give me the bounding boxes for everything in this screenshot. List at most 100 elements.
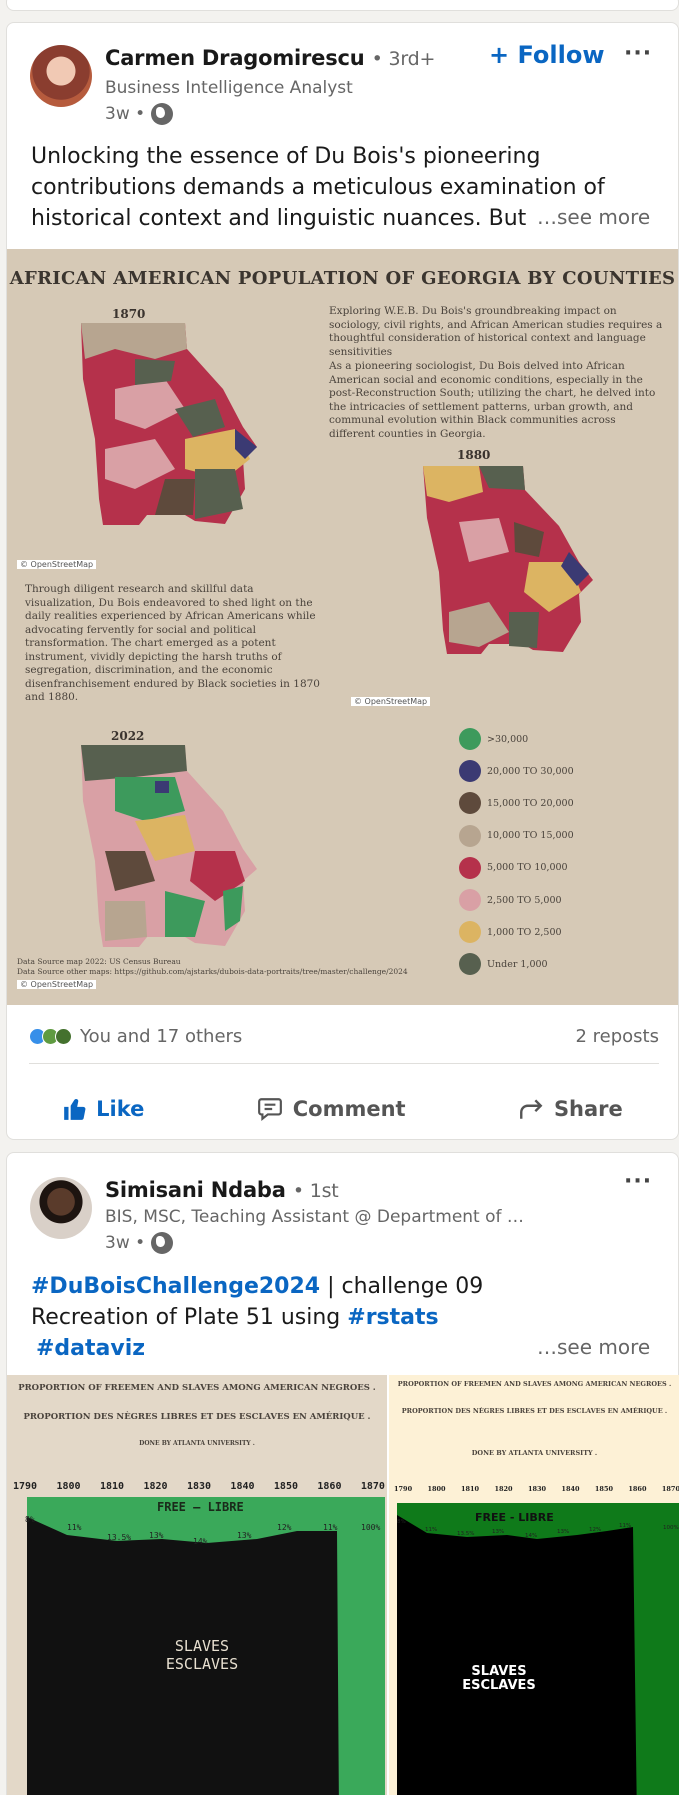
year-label: 1800 <box>427 1485 446 1493</box>
legend-label: 15,000 TO 20,000 <box>487 797 574 809</box>
thumbs-up-icon <box>64 1099 86 1120</box>
slaves-label-fr: ESCLAVES <box>462 1678 536 1693</box>
legend-swatch <box>459 824 481 847</box>
legend-label: 2,500 TO 5,000 <box>487 894 562 906</box>
post-text-line: Unlocking the essence of Du Bois's pione… <box>31 144 541 169</box>
post-text-fragment: Recreation of Plate 51 using <box>31 1305 348 1330</box>
author-name[interactable]: Carmen Dragomirescu <box>105 46 365 70</box>
share-button[interactable]: Share <box>516 1096 623 1122</box>
percent-label: 100% <box>361 1523 381 1532</box>
georgia-map-1880 <box>423 466 593 654</box>
reposts-count[interactable]: 2 reposts <box>575 1026 659 1047</box>
hashtag-link[interactable]: #DuBoisChallenge2024 <box>31 1274 320 1299</box>
slaves-label-en: SLAVES <box>471 1664 527 1679</box>
legend-item: >30,000 <box>459 723 574 755</box>
plate-title-fr: PROPORTION DES NÈGRES LIBRES ET DES ESCL… <box>23 1412 371 1422</box>
hashtag-link[interactable]: #rstats <box>347 1305 438 1330</box>
slaves-area <box>397 1515 637 1795</box>
connection-degree: • 1st <box>292 1180 339 1202</box>
slaves-label-en: SLAVES <box>174 1637 230 1655</box>
more-options-icon[interactable]: ··· <box>624 41 652 66</box>
author-headline: BIS, MSC, Teaching Assistant @ Departmen… <box>105 1207 524 1227</box>
comment-icon <box>257 1098 282 1122</box>
like-button[interactable]: Like <box>62 1096 144 1122</box>
social-counts: You and 17 others 2 reposts <box>29 1026 659 1047</box>
percent-label: 8% <box>25 1515 35 1524</box>
like-label: Like <box>96 1097 145 1121</box>
osm-credit: © OpenStreetMap <box>351 697 431 706</box>
year-label: 1840 <box>230 1481 255 1492</box>
slaves-label-fr: ESCLAVES <box>165 1655 239 1673</box>
percent-label: 14% <box>525 1533 538 1539</box>
legend-swatch <box>459 792 481 815</box>
author-avatar[interactable] <box>30 1177 92 1239</box>
map-year-1880: 1880 <box>457 448 491 462</box>
legend-swatch <box>459 728 481 751</box>
legend-label: 20,000 TO 30,000 <box>487 765 574 777</box>
percent-label: 12% <box>277 1523 292 1532</box>
percent-label: 11% <box>67 1523 82 1532</box>
data-source-note: Data Source map 2022: US Census Bureau D… <box>17 957 408 977</box>
year-label: 1820 <box>143 1481 168 1492</box>
post-meta: 3w • <box>105 1232 174 1254</box>
year-label: 1820 <box>494 1485 513 1493</box>
source-line: Data Source other maps: https://github.c… <box>17 967 408 976</box>
reactions-summary[interactable]: You and 17 others <box>29 1026 242 1047</box>
percent-label: 11% <box>619 1523 632 1529</box>
author-name[interactable]: Simisani Ndaba <box>105 1178 286 1202</box>
post-image-infographic[interactable]: AFRICAN AMERICAN POPULATION OF GEORGIA B… <box>7 249 678 1005</box>
osm-credit: © OpenStreetMap <box>17 980 97 989</box>
follow-button[interactable]: + Follow <box>489 41 605 69</box>
author-headline: Business Intelligence Analyst <box>105 78 353 98</box>
author-name-line[interactable]: Simisani Ndaba • 1st <box>105 1178 339 1202</box>
post-image-recreation-plate[interactable]: PROPORTION OF FREEMEN AND SLAVES AMONG A… <box>389 1375 679 1795</box>
percent-label: 11% <box>323 1523 338 1532</box>
post-text-fragment: | challenge 09 <box>320 1274 484 1299</box>
legend-swatch <box>459 889 481 912</box>
percent-label: 14% <box>193 1537 208 1546</box>
post-image-original-plate[interactable]: PROPORTION OF FREEMEN AND SLAVES AMONG A… <box>7 1375 387 1795</box>
legend-label: 5,000 TO 10,000 <box>487 862 568 874</box>
author-name-line[interactable]: Carmen Dragomirescu • 3rd+ <box>105 46 435 70</box>
left-paragraph: Through diligent research and skillful d… <box>25 583 320 703</box>
slaves-label: SLAVES ESCLAVES <box>157 1637 247 1673</box>
reactions-count[interactable]: You and 17 others <box>80 1026 242 1047</box>
see-more-link[interactable]: …see more <box>529 1335 651 1359</box>
legend-swatch <box>459 760 481 783</box>
year-label: 1840 <box>561 1485 580 1493</box>
previous-post-card <box>6 0 679 11</box>
author-avatar[interactable] <box>30 45 92 107</box>
legend-label: >30,000 <box>487 733 529 745</box>
percent-label: 13.5% <box>457 1531 475 1537</box>
year-label: 1850 <box>594 1485 613 1493</box>
percent-label: 8% <box>397 1519 406 1525</box>
georgia-map-1870 <box>81 323 257 525</box>
connection-degree: • 3rd+ <box>371 48 436 70</box>
map-legend: >30,000 20,000 TO 30,000 15,000 TO 20,00… <box>459 723 574 981</box>
plate-year-axis: 1790 1800 1810 1820 1830 1840 1850 1860 … <box>13 1481 385 1492</box>
year-label: 1860 <box>317 1481 342 1492</box>
post-time: 3w • <box>105 104 146 124</box>
percent-label: 11% <box>425 1527 438 1533</box>
support-reaction-icon <box>55 1028 72 1045</box>
feed-post: Carmen Dragomirescu • 3rd+ Business Inte… <box>6 22 679 1140</box>
plate-credit: DONE BY ATLANTA UNIVERSITY . <box>471 1449 598 1457</box>
see-more-link[interactable]: …see more <box>529 205 651 229</box>
percent-label: 13% <box>237 1531 252 1540</box>
intro-paragraph-1: Exploring W.E.B. Du Bois's groundbreakin… <box>329 305 663 358</box>
post-text-line: #DuBoisChallenge2024 | challenge 09 <box>31 1271 651 1302</box>
share-icon <box>519 1099 543 1119</box>
year-label: 1800 <box>56 1481 81 1492</box>
post-actions: Like Comment Share <box>7 1081 678 1137</box>
globe-icon <box>151 103 174 125</box>
plate-year-axis: 1790 1800 1810 1820 1830 1840 1850 1860 … <box>394 1485 679 1493</box>
comment-button[interactable]: Comment <box>255 1096 406 1122</box>
percent-label: 12% <box>589 1527 602 1533</box>
post-text-line: contributions demands a meticulous exami… <box>31 175 605 200</box>
globe-icon <box>151 1232 174 1254</box>
free-label: FREE - LIBRE <box>475 1511 554 1524</box>
year-label: 1830 <box>186 1481 212 1492</box>
more-options-icon[interactable]: ··· <box>624 1169 652 1194</box>
legend-label: Under 1,000 <box>487 958 548 970</box>
hashtag-link[interactable]: #dataviz <box>36 1336 145 1361</box>
